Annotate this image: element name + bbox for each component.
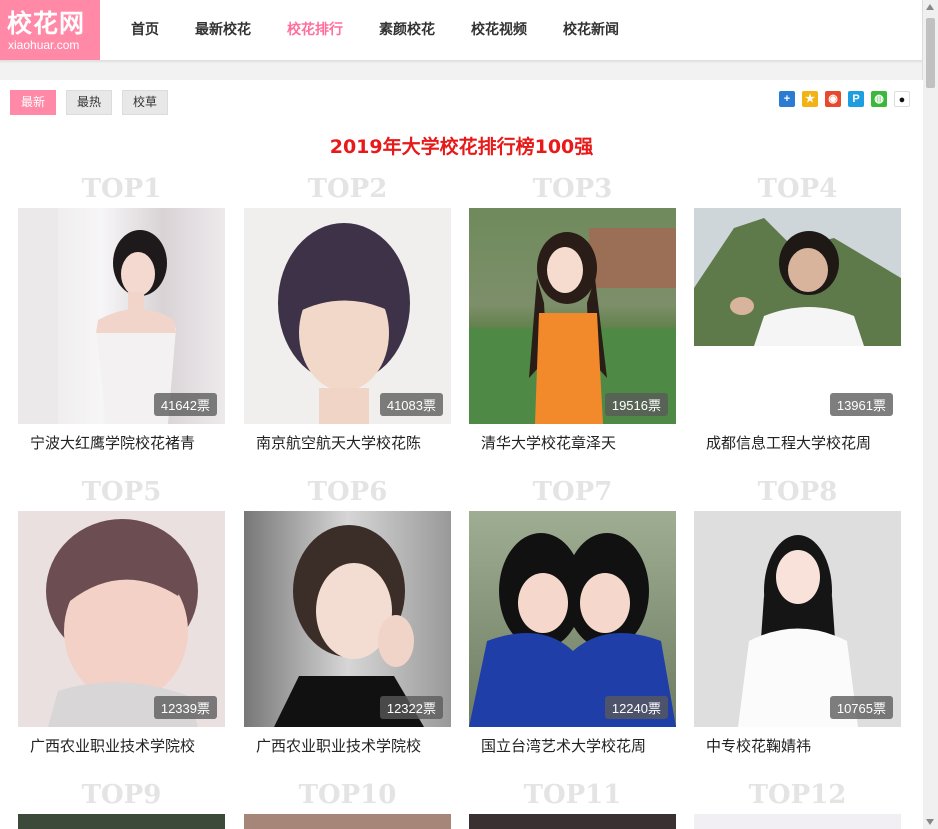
student-photo[interactable]: 12339票 bbox=[18, 511, 225, 727]
student-name[interactable]: 中专校花鞠婧祎 bbox=[706, 735, 811, 756]
rank-label: TOP1 bbox=[81, 174, 162, 204]
rank-label: TOP11 bbox=[523, 780, 622, 810]
vote-count: 12240票 bbox=[604, 696, 668, 719]
rank-label: TOP10 bbox=[298, 780, 397, 810]
student-name[interactable]: 广西农业职业技术学院校 bbox=[256, 735, 421, 756]
rank-label: TOP2 bbox=[307, 174, 388, 204]
photo-illustration bbox=[469, 228, 676, 424]
student-photo[interactable] bbox=[694, 814, 901, 829]
rank-label: TOP8 bbox=[757, 477, 838, 507]
photo-illustration bbox=[469, 533, 676, 727]
main-content: 最新 最热 校草 + ★ ◉ P ◍ ● 2019年大学校花排行榜100强 TO… bbox=[0, 80, 923, 829]
rank-label: TOP5 bbox=[81, 477, 162, 507]
main-nav: 首页 最新校花 校花排行 素颜校花 校花视频 校花新闻 bbox=[113, 0, 637, 60]
student-photo[interactable]: 41642票 bbox=[18, 208, 225, 424]
student-name[interactable]: 成都信息工程大学校花周 bbox=[706, 432, 871, 453]
share-qq-icon[interactable]: ● bbox=[894, 91, 910, 107]
student-photo[interactable]: 13961票 bbox=[694, 208, 901, 424]
photo-illustration bbox=[18, 208, 176, 424]
student-name[interactable]: 宁波大红鹰学院校花褚青 bbox=[30, 432, 195, 453]
nav-latest[interactable]: 最新校花 bbox=[177, 0, 269, 60]
student-photo[interactable]: 12322票 bbox=[244, 511, 451, 727]
share-tencent-weibo-icon[interactable]: P bbox=[848, 91, 864, 107]
photo-illustration bbox=[694, 208, 901, 346]
rank-label: TOP12 bbox=[748, 780, 847, 810]
photo-illustration bbox=[274, 525, 424, 727]
student-photo[interactable] bbox=[18, 814, 225, 829]
share-buttons: + ★ ◉ P ◍ ● bbox=[779, 91, 910, 107]
scroll-up-icon[interactable] bbox=[926, 4, 934, 10]
vote-count: 19516票 bbox=[604, 393, 668, 416]
photo-illustration bbox=[46, 519, 198, 727]
nav-videos[interactable]: 校花视频 bbox=[453, 0, 545, 60]
scroll-down-icon[interactable] bbox=[926, 819, 934, 825]
vote-count: 10765票 bbox=[829, 696, 893, 719]
share-wechat-icon[interactable]: ◍ bbox=[871, 91, 887, 107]
filter-school-hunk[interactable]: 校草 bbox=[122, 90, 169, 115]
sort-filters: 最新 最热 校草 bbox=[10, 90, 169, 115]
vote-count: 12322票 bbox=[379, 696, 443, 719]
student-name[interactable]: 清华大学校花章泽天 bbox=[481, 432, 616, 453]
vote-count: 13961票 bbox=[829, 393, 893, 416]
student-photo[interactable] bbox=[469, 814, 676, 829]
nav-natural[interactable]: 素颜校花 bbox=[361, 0, 453, 60]
vote-count: 41642票 bbox=[153, 393, 217, 416]
student-photo[interactable]: 41083票 bbox=[244, 208, 451, 424]
nav-ranking[interactable]: 校花排行 bbox=[269, 0, 361, 60]
rank-label: TOP7 bbox=[532, 477, 613, 507]
share-weibo-icon[interactable]: ◉ bbox=[825, 91, 841, 107]
site-logo[interactable]: 校花网 xiaohuar.com bbox=[0, 0, 100, 60]
share-more-icon[interactable]: + bbox=[779, 91, 795, 107]
vote-count: 12339票 bbox=[153, 696, 217, 719]
page-title: 2019年大学校花排行榜100强 bbox=[329, 136, 594, 158]
student-photo[interactable] bbox=[244, 814, 451, 829]
photo-illustration bbox=[278, 223, 410, 424]
student-name[interactable]: 国立台湾艺术大学校花周 bbox=[481, 735, 646, 756]
nav-news[interactable]: 校花新闻 bbox=[545, 0, 637, 60]
nav-home[interactable]: 首页 bbox=[113, 0, 177, 60]
logo-text: 校花网 bbox=[7, 9, 86, 38]
student-name[interactable]: 南京航空航天大学校花陈 bbox=[256, 432, 421, 453]
student-photo[interactable]: 19516票 bbox=[469, 208, 676, 424]
student-photo[interactable]: 12240票 bbox=[469, 511, 676, 727]
student-photo[interactable]: 10765票 bbox=[694, 511, 901, 727]
vote-count: 41083票 bbox=[379, 393, 443, 416]
rank-label: TOP4 bbox=[757, 174, 838, 204]
student-name[interactable]: 广西农业职业技术学院校 bbox=[30, 735, 195, 756]
photo-illustration bbox=[738, 535, 858, 727]
filter-hottest[interactable]: 最热 bbox=[66, 90, 113, 115]
rank-label: TOP3 bbox=[532, 174, 613, 204]
scrollbar-thumb[interactable] bbox=[926, 18, 935, 88]
share-qzone-icon[interactable]: ★ bbox=[802, 91, 818, 107]
logo-domain: xiaohuar.com bbox=[8, 38, 80, 52]
top-navigation-bar: 校花网 xiaohuar.com 首页 最新校花 校花排行 素颜校花 校花视频 … bbox=[0, 0, 923, 61]
rank-label: TOP6 bbox=[307, 477, 388, 507]
page-scrollbar[interactable] bbox=[922, 0, 938, 829]
filter-newest[interactable]: 最新 bbox=[10, 90, 57, 115]
rank-label: TOP9 bbox=[81, 780, 162, 810]
